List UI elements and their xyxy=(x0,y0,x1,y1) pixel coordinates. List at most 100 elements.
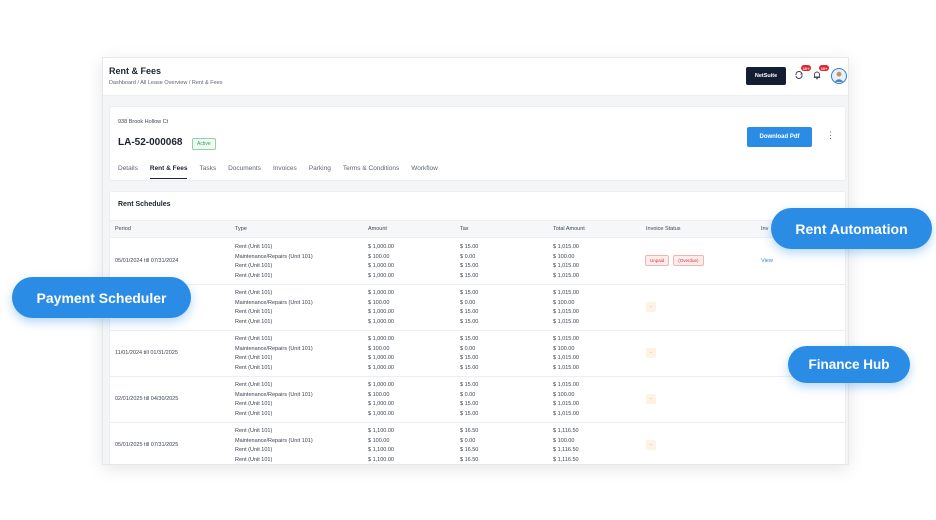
amount-line: $ 100.00 xyxy=(368,345,390,352)
tab-tasks[interactable]: Tasks xyxy=(199,165,216,179)
total-line: $ 1,015.00 xyxy=(553,263,579,270)
lease-header-card: 938 Brook Hollow Ct LA-52-000068 Active … xyxy=(109,106,846,181)
tax-line: $ 15.00 xyxy=(460,410,479,417)
total-line: $ 1,015.00 xyxy=(553,336,579,342)
type-line: Rent (Unit 101) xyxy=(235,355,273,362)
tax-line: $ 15.00 xyxy=(460,290,479,296)
tax-cell: $ 15.00 $ 0.00 $ 15.00 $ 15.00 xyxy=(460,381,478,419)
type-line: Rent (Unit 101) xyxy=(235,290,273,296)
total-line: $ 100.00 xyxy=(553,345,575,352)
type-line: Rent (Unit 101) xyxy=(235,263,273,270)
tab-parking[interactable]: Parking xyxy=(309,165,331,179)
breadcrumb-dashboard[interactable]: Dashboard xyxy=(109,80,136,86)
table-header: Period Type Amount Tax Total Amount Invo… xyxy=(110,220,845,238)
status-empty-badge: - xyxy=(646,302,656,312)
amount-line: $ 100.00 xyxy=(368,437,390,444)
tax-line: $ 15.00 xyxy=(460,309,479,316)
tax-line: $ 0.00 xyxy=(460,437,476,444)
breadcrumb-separator: / xyxy=(137,80,139,86)
user-avatar-icon[interactable] xyxy=(831,68,847,84)
tax-line: $ 0.00 xyxy=(460,391,476,398)
total-line: $ 1,116.50 xyxy=(553,447,579,454)
tab-details[interactable]: Details xyxy=(118,165,138,179)
type-cell: Rent (Unit 101) Maintenance/Repairs (Uni… xyxy=(235,381,313,419)
amount-cell: $ 1,000.00 $ 100.00 $ 1,000.00 $ 1,000.0… xyxy=(368,381,394,419)
download-pdf-button[interactable]: Download Pdf xyxy=(747,127,812,147)
rent-automation-callout: Rent Automation xyxy=(771,208,932,249)
column-header-invoice: Inv xyxy=(761,226,769,232)
type-line: Rent (Unit 101) xyxy=(235,244,273,250)
amount-line: $ 1,000.00 xyxy=(368,309,394,316)
total-line: $ 1,015.00 xyxy=(553,290,579,296)
amount-line: $ 100.00 xyxy=(368,391,390,398)
tax-line: $ 0.00 xyxy=(460,253,476,260)
table-row: 11/01/2024 till 01/31/2025 Rent (Unit 10… xyxy=(110,331,845,377)
tax-line: $ 0.00 xyxy=(460,345,476,352)
amount-line: $ 1,000.00 xyxy=(368,382,394,388)
total-line: $ 1,116.50 xyxy=(553,428,579,434)
type-line: Maintenance/Repairs (Unit 101) xyxy=(235,253,313,260)
tab-terms-conditions[interactable]: Terms & Conditions xyxy=(343,165,399,179)
amount-line: $ 1,100.00 xyxy=(368,456,394,463)
breadcrumb-lease-overview[interactable]: All Lease Overview xyxy=(140,80,187,86)
view-invoice-link[interactable]: View xyxy=(761,258,773,264)
netsuite-button[interactable]: NetSuite xyxy=(746,67,786,85)
type-line: Rent (Unit 101) xyxy=(235,410,273,417)
tab-documents[interactable]: Documents xyxy=(228,165,261,179)
tab-rent-fees[interactable]: Rent & Fees xyxy=(149,165,188,179)
column-header-tax: Tax xyxy=(460,226,469,232)
rent-schedules-card: Rent Schedules Period Type Amount Tax To… xyxy=(109,191,846,464)
property-address: 938 Brook Hollow Ct xyxy=(118,119,169,125)
total-cell: $ 1,015.00 $ 100.00 $ 1,015.00 $ 1,015.0… xyxy=(553,335,579,373)
total-cell: $ 1,015.00 $ 100.00 $ 1,015.00 $ 1,015.0… xyxy=(553,381,579,419)
invoice-status-cell: Unpaid (Overdue) xyxy=(645,255,704,266)
bell-icon[interactable]: 10+ xyxy=(811,65,829,81)
tab-invoices[interactable]: Invoices xyxy=(273,165,297,179)
tax-line: $ 15.00 xyxy=(460,336,479,342)
app-window: Rent & Fees Dashboard / All Lease Overvi… xyxy=(102,57,849,465)
breadcrumb: Dashboard / All Lease Overview / Rent & … xyxy=(109,80,222,86)
tax-line: $ 16.50 xyxy=(460,447,479,454)
column-header-amount: Amount xyxy=(368,226,387,232)
tax-cell: $ 15.00 $ 0.00 $ 15.00 $ 15.00 xyxy=(460,243,478,281)
more-options-icon[interactable]: ⋮ xyxy=(826,131,835,140)
tax-line: $ 15.00 xyxy=(460,382,479,388)
total-cell: $ 1,015.00 $ 100.00 $ 1,015.00 $ 1,015.0… xyxy=(553,243,579,281)
amount-line: $ 1,000.00 xyxy=(368,364,394,371)
tax-line: $ 15.00 xyxy=(460,355,479,362)
amount-line: $ 1,000.00 xyxy=(368,318,394,325)
total-line: $ 100.00 xyxy=(553,437,575,444)
total-line: $ 1,015.00 xyxy=(553,355,579,362)
tax-line: $ 15.00 xyxy=(460,318,479,325)
type-line: Rent (Unit 101) xyxy=(235,401,273,408)
tax-line: $ 15.00 xyxy=(460,364,479,371)
amount-cell: $ 1,000.00 $ 100.00 $ 1,000.00 $ 1,000.0… xyxy=(368,335,394,373)
amount-cell: $ 1,000.00 $ 100.00 $ 1,000.00 $ 1,000.0… xyxy=(368,243,394,281)
total-line: $ 100.00 xyxy=(553,299,575,306)
column-header-invoice-status: Invoice Status xyxy=(646,226,681,232)
sync-icon[interactable]: 10+ xyxy=(793,65,811,81)
period-cell: 05/01/2024 till 07/31/2024 xyxy=(115,258,179,264)
type-line: Rent (Unit 101) xyxy=(235,428,273,434)
type-line: Rent (Unit 101) xyxy=(235,447,273,454)
period-cell: 05/01/2025 till 07/31/2025 xyxy=(115,442,179,448)
total-cell: $ 1,015.00 $ 100.00 $ 1,015.00 $ 1,015.0… xyxy=(553,289,579,327)
type-line: Rent (Unit 101) xyxy=(235,309,273,316)
page-title: Rent & Fees xyxy=(109,66,162,76)
amount-line: $ 1,000.00 xyxy=(368,263,394,270)
tax-line: $ 0.00 xyxy=(460,299,476,306)
type-line: Maintenance/Repairs (Unit 101) xyxy=(235,345,313,352)
payment-scheduler-callout: Payment Scheduler xyxy=(12,277,191,318)
lease-id: LA-52-000068 xyxy=(118,137,183,148)
type-line: Rent (Unit 101) xyxy=(235,272,273,279)
amount-line: $ 1,000.00 xyxy=(368,272,394,279)
tax-line: $ 16.50 xyxy=(460,428,479,434)
tab-workflow[interactable]: Workflow xyxy=(411,165,438,179)
total-line: $ 1,015.00 xyxy=(553,309,579,316)
tab-bar: Details Rent & Fees Tasks Documents Invo… xyxy=(118,165,450,179)
amount-line: $ 1,000.00 xyxy=(368,290,394,296)
amount-line: $ 1,100.00 xyxy=(368,447,394,454)
tax-line: $ 15.00 xyxy=(460,272,479,279)
tax-line: $ 15.00 xyxy=(460,244,479,250)
total-line: $ 1,015.00 xyxy=(553,272,579,279)
